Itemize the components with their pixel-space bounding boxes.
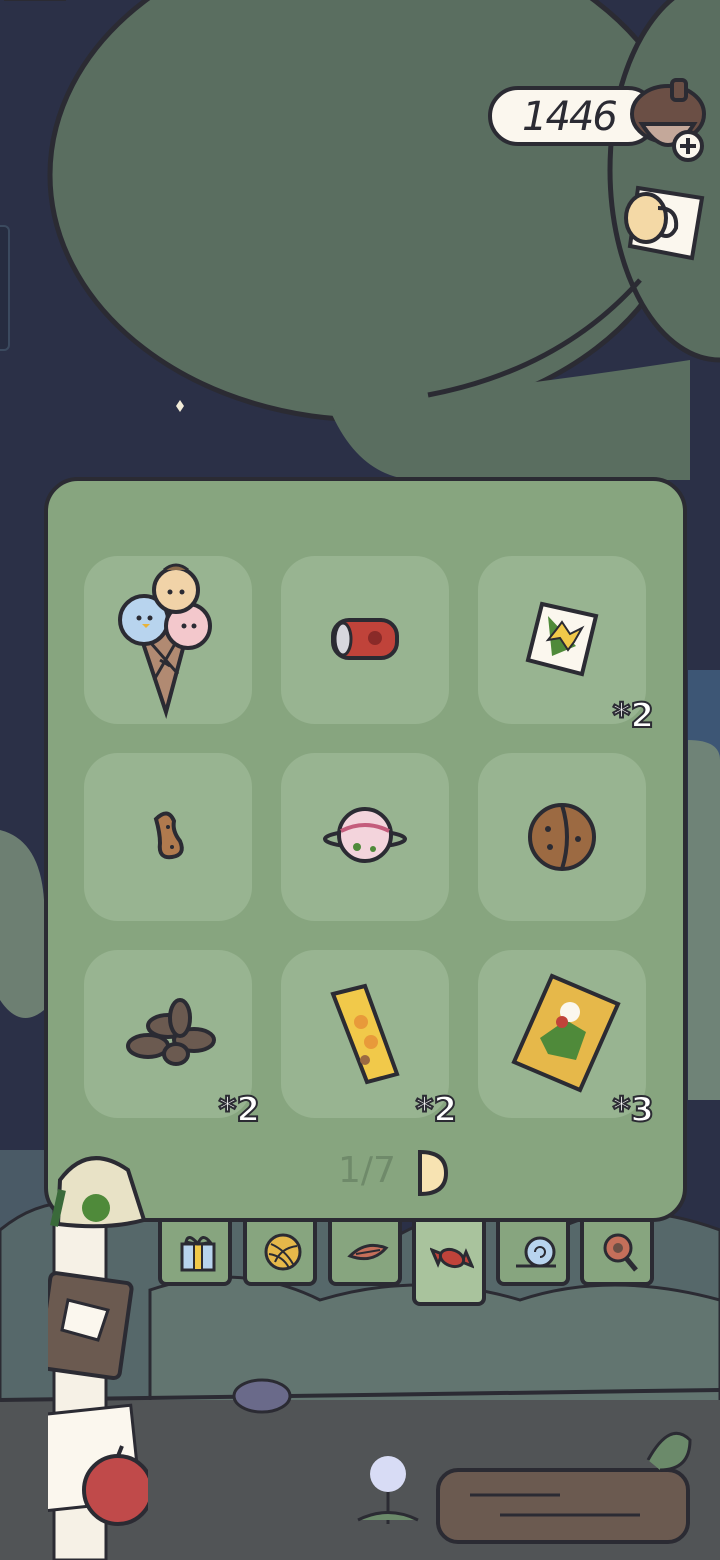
item-slot-biscuit-stick[interactable]: *2 (281, 950, 458, 1131)
currency-amount: 1446 (522, 94, 618, 140)
tool-shelf (48, 1156, 148, 1560)
item-slot-candy-wrapper[interactable]: *2 (478, 556, 655, 737)
yarn-ball-icon (264, 1233, 302, 1271)
item-slot-peanut[interactable] (84, 753, 252, 921)
tab-gift[interactable] (158, 1222, 232, 1286)
tab-magnifier[interactable] (580, 1222, 654, 1286)
item-slot-walnut[interactable] (478, 753, 646, 921)
item-count: *2 (415, 1089, 458, 1131)
item-slot-ice-cream[interactable] (84, 556, 252, 724)
acorn-add-button[interactable] (628, 74, 710, 166)
item-slot-planet-candy[interactable] (281, 753, 449, 921)
inventory-panel: *2 *2 *2 *3 1/7 (44, 477, 687, 1222)
leaf-icon (347, 1243, 389, 1261)
gift-icon (180, 1236, 216, 1272)
tab-leaf[interactable] (328, 1222, 402, 1286)
snail-icon (516, 1236, 556, 1268)
side-drawer-tab[interactable] (0, 225, 10, 351)
bag-icon (50, 1156, 147, 1229)
next-page-button[interactable] (416, 1148, 450, 1198)
item-slot-sunflower-seeds[interactable]: *2 (84, 950, 261, 1131)
journal-icon (48, 1271, 134, 1381)
soda-can-icon (331, 618, 399, 660)
tab-candy[interactable] (412, 1222, 486, 1306)
page-indicator: 1/7 (338, 1150, 396, 1191)
item-count: *3 (612, 1089, 655, 1131)
tab-yarn[interactable] (243, 1222, 317, 1286)
item-count: *2 (218, 1089, 261, 1131)
magnifier-icon (603, 1233, 638, 1272)
notebook-icon[interactable] (620, 178, 706, 262)
peanut-icon (153, 811, 184, 860)
ice-cream-cone-icon (118, 563, 212, 719)
item-slot-soda-can[interactable] (281, 556, 449, 724)
tab-snail[interactable] (496, 1222, 570, 1286)
planet-candy-icon (323, 807, 407, 863)
apple-icon (48, 1403, 148, 1526)
candy-icon (430, 1247, 474, 1269)
item-count: *2 (612, 695, 655, 737)
item-slot-snack-bag[interactable]: *3 (478, 950, 655, 1131)
walnut-icon (528, 803, 596, 871)
